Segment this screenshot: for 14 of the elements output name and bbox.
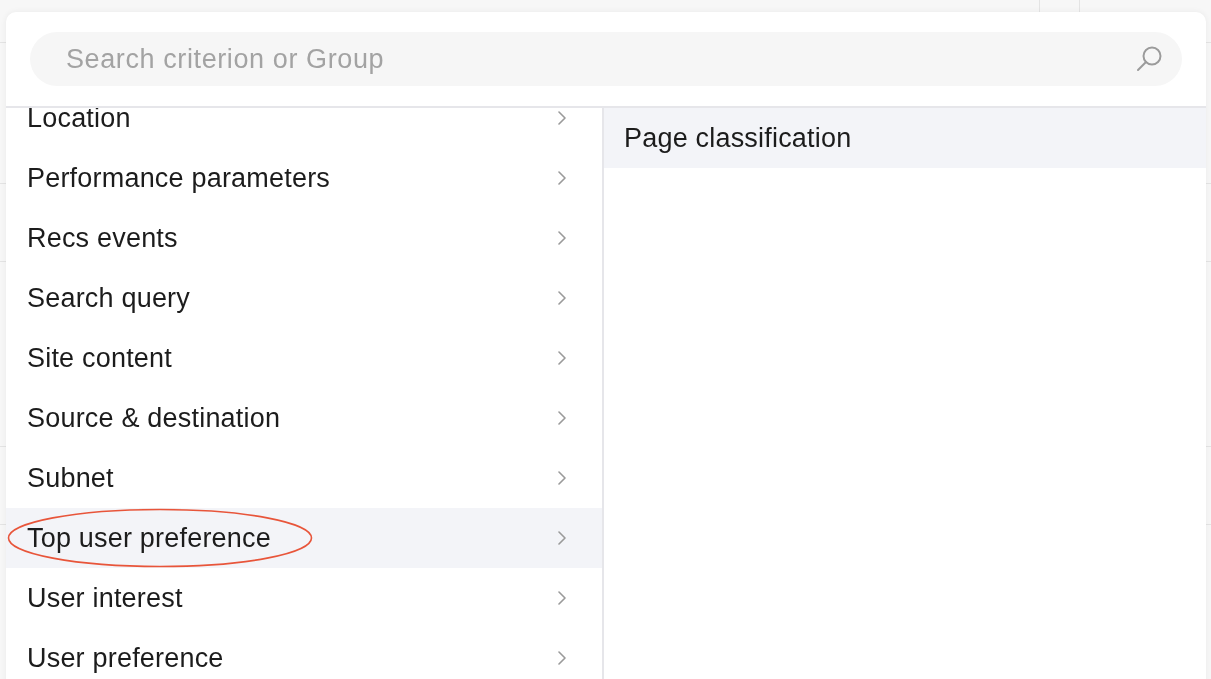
- search-field[interactable]: Search criterion or Group: [30, 32, 1182, 86]
- chevron-right-icon: [558, 591, 566, 605]
- chevron-right-icon: [558, 111, 566, 125]
- chevron-right-icon: [558, 231, 566, 245]
- chevron-right-icon: [558, 351, 566, 365]
- chevron-right-icon: [558, 471, 566, 485]
- group-list-item[interactable]: Top user preference: [6, 508, 602, 568]
- subgroup-list-item[interactable]: Page classification: [604, 108, 1206, 168]
- chevron-right-icon: [558, 651, 566, 665]
- chevron-right-icon: [558, 171, 566, 185]
- chevron-right-icon: [558, 291, 566, 305]
- chevron-right-icon: [558, 531, 566, 545]
- chevron-right-icon: [558, 411, 566, 425]
- search-icon[interactable]: [1136, 46, 1162, 72]
